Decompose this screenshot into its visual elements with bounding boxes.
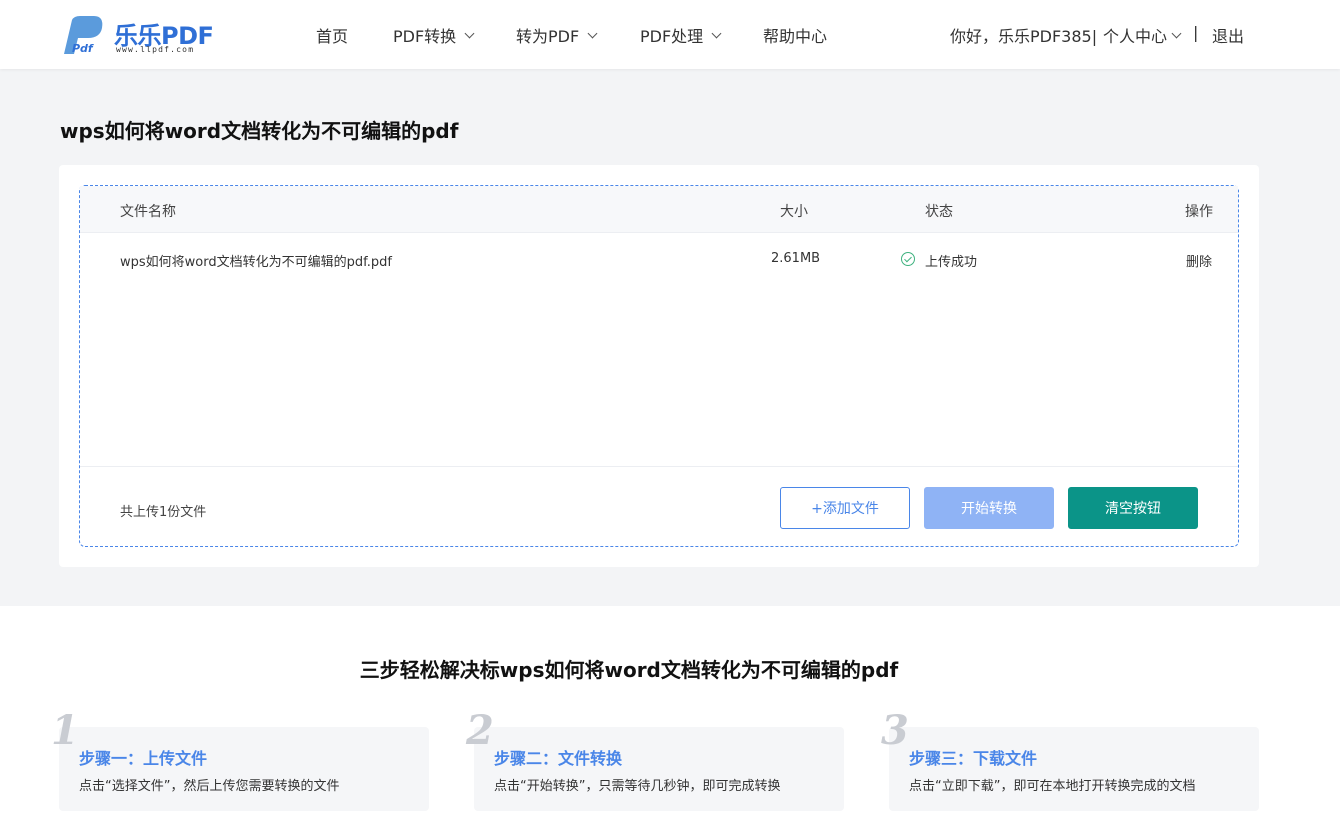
file-dropzone[interactable]: 文件名称 大小 状态 操作 wps如何将word文档转化为不可编辑的pdf.pd… [79,185,1239,547]
clear-button[interactable]: 清空按钮 [1068,487,1198,529]
pdf-logo-icon: Pdf [64,16,103,55]
table-row: wps如何将word文档转化为不可编辑的pdf.pdf 2.61MB 上传成功 … [80,234,1238,282]
user-greeting: 你好，乐乐PDF385| [950,27,1098,46]
nav-to-pdf[interactable]: 转为PDF [516,23,598,47]
step-number: 2 [466,707,494,754]
svg-text:Pdf: Pdf [72,42,94,55]
step-desc: 点击“开始转换”，只需等待几秒钟，即可完成转换 [494,779,781,794]
upload-card: 文件名称 大小 状态 操作 wps如何将word文档转化为不可编辑的pdf.pd… [59,165,1259,567]
col-size: 大小 [780,204,808,220]
nav-help[interactable]: 帮助中心 [763,23,827,47]
page-title: wps如何将word文档转化为不可编辑的pdf [60,119,459,143]
col-action: 操作 [1185,204,1213,220]
user-center-link[interactable]: 个人中心 [1103,23,1182,47]
col-filename: 文件名称 [120,204,176,220]
step-card: 3 步骤三：下载文件 点击“立即下载”，即可在本地打开转换完成的文档 [881,707,1259,811]
file-size: 2.61MB [771,251,821,266]
check-circle-icon [901,252,915,266]
chevron-down-icon [1171,28,1182,38]
chevron-down-icon [464,28,475,38]
step-number: 1 [51,707,79,754]
steps-section: 三步轻松解决标wps如何将word文档转化为不可编辑的pdf 1 步骤一：上传文… [0,606,1340,828]
step-title: 步骤一：上传文件 [79,749,208,768]
step-card: 1 步骤一：上传文件 点击“选择文件”，然后上传您需要转换的文件 [51,707,429,811]
logo-url: www.llpdf.com [116,45,195,54]
upload-footer: 共上传1份文件 +添加文件 开始转换 清空按钮 [80,466,1238,546]
add-file-button[interactable]: +添加文件 [780,487,910,529]
nav-home[interactable]: 首页 [316,23,348,47]
user-divider: | [1193,23,1199,42]
table-header: 文件名称 大小 状态 操作 [80,186,1238,233]
start-convert-button[interactable]: 开始转换 [924,487,1054,529]
nav-pdf-process[interactable]: PDF处理 [640,23,722,47]
delete-link[interactable]: 删除 [1186,251,1212,270]
file-count: 共上传1份文件 [120,505,207,520]
step-title: 步骤二：文件转换 [494,749,623,768]
file-name: wps如何将word文档转化为不可编辑的pdf.pdf [120,255,392,270]
step-card: 2 步骤二：文件转换 点击“开始转换”，只需等待几秒钟，即可完成转换 [466,707,844,811]
nav-pdf-convert[interactable]: PDF转换 [393,23,475,47]
chevron-down-icon [711,28,722,38]
file-status: 上传成功 [925,255,978,270]
step-desc: 点击“立即下载”，即可在本地打开转换完成的文档 [909,779,1196,794]
site-logo[interactable]: Pdf 乐乐PDF www.llpdf.com [58,12,228,58]
step-desc: 点击“选择文件”，然后上传您需要转换的文件 [79,779,340,794]
step-number: 3 [881,707,909,754]
col-status: 状态 [925,204,953,220]
steps-title: 三步轻松解决标wps如何将word文档转化为不可编辑的pdf [359,658,899,682]
chevron-down-icon [587,28,598,38]
top-header: Pdf 乐乐PDF www.llpdf.com 首页 PDF转换 转为PDF P… [0,0,1340,69]
step-title: 步骤三：下载文件 [909,749,1038,768]
logout-link[interactable]: 退出 [1212,23,1244,47]
